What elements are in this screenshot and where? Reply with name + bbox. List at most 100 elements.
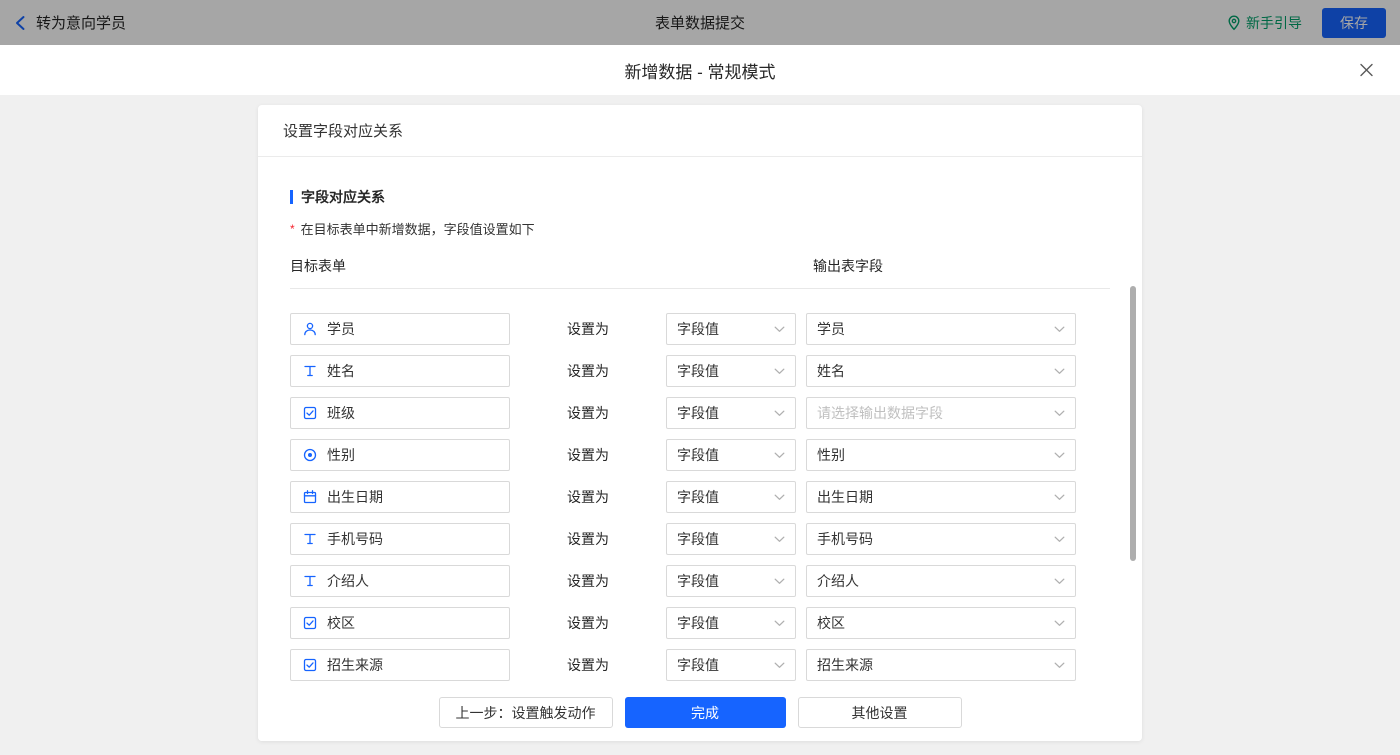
value-mode-select[interactable]: 字段值: [666, 523, 796, 555]
column-header-target-form: 目标表单: [290, 258, 346, 274]
output-field-select[interactable]: 学员: [806, 313, 1076, 345]
set-as-label: 设置为: [567, 489, 609, 505]
field-mapping-row: 招生来源 设置为 字段值 招生来源: [290, 644, 1110, 684]
set-as-label: 设置为: [567, 657, 609, 673]
card-content: 字段对应关系 * 在目标表单中新增数据，字段值设置如下 目标表单 输出表字段 学…: [258, 157, 1142, 684]
target-field-label: 班级: [327, 405, 355, 421]
set-as-label: 设置为: [567, 321, 609, 337]
value-mode-value: 字段值: [677, 363, 719, 379]
value-mode-select[interactable]: 字段值: [666, 649, 796, 681]
save-button[interactable]: 保存: [1322, 7, 1386, 38]
target-field-label: 手机号码: [327, 531, 383, 547]
set-as-label: 设置为: [567, 531, 609, 547]
target-field-box: 姓名: [290, 355, 510, 387]
target-field-label: 介绍人: [327, 573, 369, 589]
chevron-down-icon: [774, 536, 785, 543]
field-mapping-row: 介绍人 设置为 字段值 介绍人: [290, 560, 1110, 602]
field-mapping-row: 性别 设置为 字段值 性别: [290, 434, 1110, 476]
chevron-down-icon: [1054, 620, 1065, 627]
set-as-label: 设置为: [567, 615, 609, 631]
value-mode-select[interactable]: 字段值: [666, 607, 796, 639]
chevron-down-icon: [774, 410, 785, 417]
output-field-value: 姓名: [817, 363, 845, 379]
value-mode-select[interactable]: 字段值: [666, 439, 796, 471]
value-mode-value: 字段值: [677, 321, 719, 337]
chevron-down-icon: [774, 620, 785, 627]
section-title-label: 字段对应关系: [301, 189, 385, 205]
field-mapping-row: 校区 设置为 字段值 校区: [290, 602, 1110, 644]
beginner-guide-label: 新手引导: [1246, 14, 1302, 31]
value-mode-select[interactable]: 字段值: [666, 313, 796, 345]
back-chevron-icon[interactable]: [14, 15, 26, 31]
chevron-down-icon: [1054, 410, 1065, 417]
output-field-select[interactable]: 介绍人: [806, 565, 1076, 597]
text-icon: [302, 573, 318, 589]
value-mode-value: 字段值: [677, 531, 719, 547]
scrollbar-thumb[interactable]: [1130, 286, 1136, 561]
target-field-box: 班级: [290, 397, 510, 429]
target-field-label: 姓名: [327, 363, 355, 379]
field-rows: 学员 设置为 字段值 学员 姓名 设置为 字段值 姓名 班级 设置为 字段值 请…: [290, 308, 1110, 684]
section-note: * 在目标表单中新增数据，字段值设置如下: [290, 219, 1110, 238]
target-field-label: 性别: [327, 447, 355, 463]
value-mode-select[interactable]: 字段值: [666, 481, 796, 513]
field-mapping-row: 手机号码 设置为 字段值 手机号码: [290, 518, 1110, 560]
modal-header: 新增数据 - 常规模式: [0, 45, 1400, 95]
chevron-down-icon: [1054, 368, 1065, 375]
value-mode-value: 字段值: [677, 489, 719, 505]
set-as-label: 设置为: [567, 447, 609, 463]
target-field-label: 校区: [327, 615, 355, 631]
output-field-select[interactable]: 姓名: [806, 355, 1076, 387]
field-mapping-row: 班级 设置为 字段值 请选择输出数据字段: [290, 392, 1110, 434]
card-header-title: 设置字段对应关系: [258, 105, 1142, 157]
output-field-value: 招生来源: [817, 657, 873, 673]
beginner-guide-link[interactable]: 新手引导: [1227, 13, 1302, 33]
back-button[interactable]: 转为意向学员: [14, 12, 126, 33]
back-label[interactable]: 转为意向学员: [36, 12, 126, 33]
chevron-down-icon: [1054, 326, 1065, 333]
value-mode-select[interactable]: 字段值: [666, 355, 796, 387]
close-icon[interactable]: [1359, 63, 1374, 78]
set-as-label: 设置为: [567, 363, 609, 379]
done-button[interactable]: 完成: [624, 697, 786, 728]
output-field-value: 出生日期: [817, 489, 873, 505]
output-field-select[interactable]: 出生日期: [806, 481, 1076, 513]
chevron-down-icon: [774, 452, 785, 459]
value-mode-select[interactable]: 字段值: [666, 397, 796, 429]
column-header-output-field: 输出表字段: [813, 258, 883, 274]
output-field-select[interactable]: 手机号码: [806, 523, 1076, 555]
set-as-label: 设置为: [567, 405, 609, 421]
checkbox-icon: [302, 657, 318, 673]
chevron-down-icon: [1054, 494, 1065, 501]
section-accent-bar: [290, 190, 293, 204]
output-field-select[interactable]: 招生来源: [806, 649, 1076, 681]
value-mode-select[interactable]: 字段值: [666, 565, 796, 597]
target-field-label: 出生日期: [327, 489, 383, 505]
set-as-label: 设置为: [567, 573, 609, 589]
radio-icon: [302, 447, 318, 463]
chevron-down-icon: [1054, 662, 1065, 669]
chevron-down-icon: [1054, 536, 1065, 543]
chevron-down-icon: [1054, 578, 1065, 585]
checkbox-icon: [302, 615, 318, 631]
output-field-value: 请选择输出数据字段: [817, 405, 943, 421]
target-field-box: 出生日期: [290, 481, 510, 513]
output-field-value: 介绍人: [817, 573, 859, 589]
section-note-text: 在目标表单中新增数据，字段值设置如下: [300, 222, 535, 237]
prev-step-button[interactable]: 上一步：设置触发动作: [438, 697, 613, 728]
output-field-select[interactable]: 性别: [806, 439, 1076, 471]
chevron-down-icon: [774, 662, 785, 669]
chevron-down-icon: [774, 326, 785, 333]
output-field-value: 性别: [817, 447, 845, 463]
output-field-select[interactable]: 请选择输出数据字段: [806, 397, 1076, 429]
other-settings-button[interactable]: 其他设置: [797, 697, 962, 728]
text-icon: [302, 363, 318, 379]
target-field-label: 学员: [327, 321, 355, 337]
chevron-down-icon: [774, 368, 785, 375]
value-mode-value: 字段值: [677, 615, 719, 631]
target-field-box: 学员: [290, 313, 510, 345]
page-title: 表单数据提交: [654, 15, 746, 32]
output-field-select[interactable]: 校区: [806, 607, 1076, 639]
modal-body: 设置字段对应关系 字段对应关系 * 在目标表单中新增数据，字段值设置如下 目标表…: [0, 105, 1400, 755]
target-field-box: 性别: [290, 439, 510, 471]
